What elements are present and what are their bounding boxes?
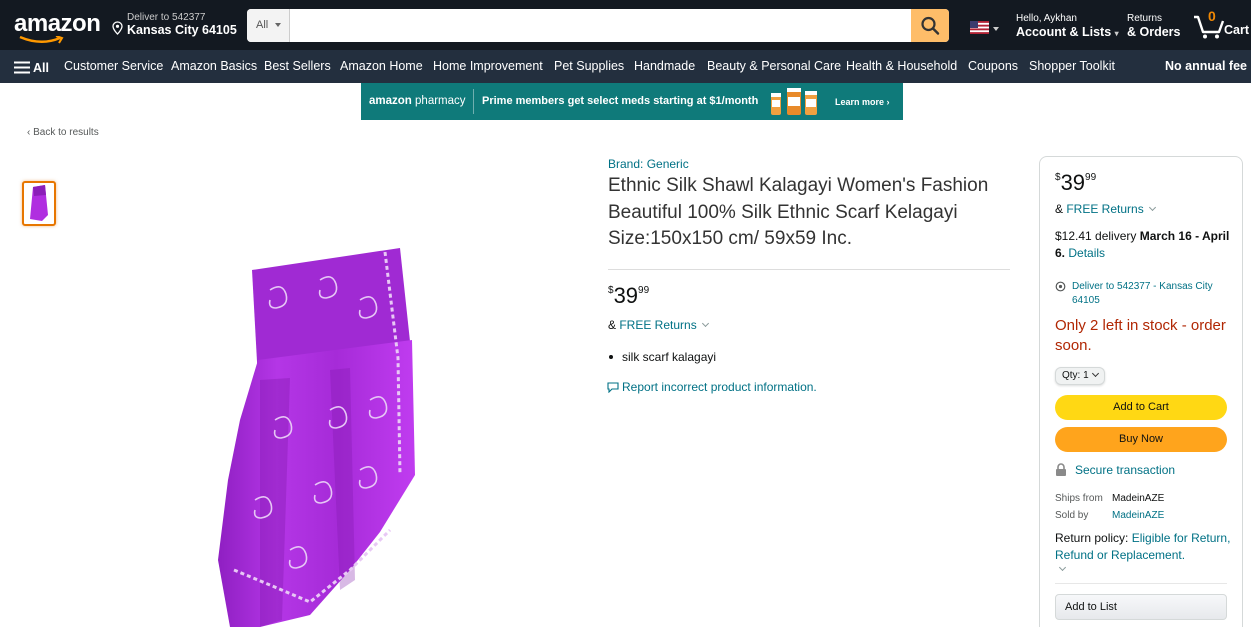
sold-by-link[interactable]: MadeinAZE [1112,510,1164,521]
nav-pet-supplies[interactable]: Pet Supplies [554,59,624,73]
buybox-deliver-to[interactable]: Deliver to 542377 - Kansas City 64105 [1055,280,1235,308]
seller-info: Ships from MadeinAZE Sold by MadeinAZE [1055,490,1164,524]
delivery-info: $12.41 delivery March 16 - April 6. Deta… [1055,229,1230,260]
buy-now-button[interactable]: Buy Now [1055,427,1227,452]
pharmacy-brand: amazon pharmacy [369,95,466,107]
delivery-details-link[interactable]: Details [1068,246,1105,260]
nav-shopper-toolkit[interactable]: Shopper Toolkit [1029,59,1115,73]
returns-line2: & Orders [1127,25,1181,39]
buybox-divider [1055,583,1227,584]
account-greeting: Hello, Aykhan [1016,13,1077,24]
nav-beauty[interactable]: Beauty & Personal Care [707,59,841,73]
us-flag-icon [970,21,989,34]
cart-button[interactable]: 0 Cart [1192,8,1251,40]
back-to-results-link[interactable]: ‹ Back to results [27,127,99,138]
returns-and-orders[interactable]: Returns & Orders [1127,13,1181,39]
location-pin-icon [1055,281,1066,292]
caret-down-icon [993,27,999,31]
nav-customer-service[interactable]: Customer Service [64,59,163,73]
title-divider [608,269,1010,270]
quantity-value: 1 [1083,370,1089,381]
account-label: Account & Lists ▾ [1016,25,1119,39]
nav-amazon-home[interactable]: Amazon Home [340,59,423,73]
language-selector[interactable] [970,21,999,39]
bullet-dot [609,355,613,359]
cart-label: Cart [1224,23,1250,37]
banner-learn-more[interactable]: Learn more › [835,97,890,107]
banner-message: Prime members get select meds starting a… [482,95,759,107]
chevron-down-icon [701,319,709,328]
ships-from-value: MadeinAZE [1112,493,1165,504]
secure-transaction-link[interactable]: Secure transaction [1055,463,1175,477]
feature-bullet: silk scarf kalagayi [609,350,716,364]
nav-best-sellers[interactable]: Best Sellers [264,59,331,73]
chevron-down-icon[interactable] [1058,563,1067,572]
nav-promo[interactable]: No annual fee [1165,59,1247,73]
report-incorrect-info-link[interactable]: Report incorrect product information. [607,380,817,394]
nav-coupons[interactable]: Coupons [968,59,1018,73]
return-policy: Return policy: Eligible for Return, Refu… [1055,531,1231,562]
cart-count: 0 [1208,8,1216,24]
search-button[interactable] [911,9,949,42]
caret-down-icon [275,23,281,27]
free-returns[interactable]: & FREE Returns [608,318,709,332]
logo-smile-icon [19,36,64,44]
add-to-list-button[interactable]: Add to List [1055,594,1227,620]
buybox-price: $3999 [1055,170,1097,195]
hamburger-icon [14,61,30,74]
search-category-label: All [256,19,269,31]
deliver-line2: Kansas City 64105 [127,23,237,37]
brand-link[interactable]: Brand: Generic [608,157,689,171]
free-returns-link[interactable]: FREE Returns [619,318,696,332]
search-category-dropdown[interactable]: All [247,9,290,42]
product-title: Ethnic Silk Shawl Kalagayi Women's Fashi… [608,175,989,249]
pill-bottles-icon [771,88,817,115]
buybox-free-returns[interactable]: & FREE Returns [1055,202,1156,216]
nav-amazon-basics[interactable]: Amazon Basics [171,59,257,73]
nav-health-household[interactable]: Health & Household [846,59,957,73]
sold-by-label: Sold by [1055,510,1089,521]
search-icon [921,16,940,35]
scarf-thumbnail-image [30,185,48,221]
returns-line1: Returns [1127,13,1163,24]
location-pin-icon [112,21,123,35]
product-main-image[interactable] [200,240,430,627]
pharmacy-banner[interactable]: amazon pharmacy Prime members get select… [361,83,903,120]
product-thumbnail[interactable] [22,181,56,226]
stock-status: Only 2 left in stock - order soon. [1055,317,1226,354]
product-price: $3999 [608,283,650,308]
search-input[interactable] [291,9,911,42]
chevron-down-icon [1148,203,1156,212]
amazon-logo[interactable]: amazon [14,10,101,38]
chevron-down-icon [1091,369,1099,378]
add-to-cart-button[interactable]: Add to Cart [1055,395,1227,420]
top-nav: amazon Deliver to 542377 Kansas City 641… [0,0,1251,50]
lock-icon [1056,463,1066,476]
nav-home-improvement[interactable]: Home Improvement [433,59,543,73]
quantity-selector[interactable]: Qty: 1 [1055,367,1105,385]
account-and-lists[interactable]: Hello, Aykhan Account & Lists ▾ [1016,13,1119,39]
deliver-line1: Deliver to 542377 [127,12,206,23]
ships-from-label: Ships from [1055,493,1103,504]
comment-icon [607,382,619,394]
nav-handmade[interactable]: Handmade [634,59,695,73]
sub-nav: All Customer Service Amazon Basics Best … [0,50,1251,83]
buy-box: $3999 & FREE Returns $12.41 delivery Mar… [1039,156,1243,627]
search-bar: All [247,9,949,42]
all-menu-button[interactable]: All [14,59,49,75]
banner-divider [473,89,474,114]
